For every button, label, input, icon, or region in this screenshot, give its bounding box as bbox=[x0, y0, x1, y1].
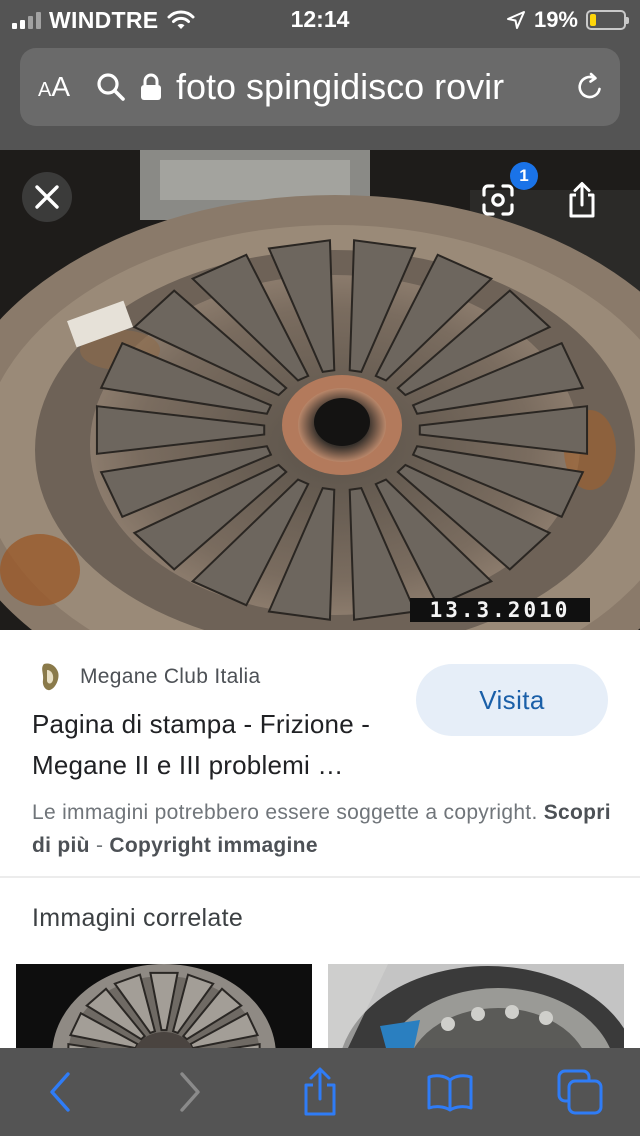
reload-icon[interactable] bbox=[574, 71, 606, 103]
result-title[interactable]: Pagina di stampa - Frizione - Megane II … bbox=[32, 704, 402, 786]
location-arrow-icon bbox=[506, 11, 525, 29]
text-size-large-label: A bbox=[51, 71, 71, 102]
toolbar-share-button[interactable] bbox=[290, 1066, 350, 1118]
address-bar[interactable]: AA foto spingidisco rovir bbox=[20, 48, 620, 126]
text-size-small-label: A bbox=[38, 79, 52, 101]
related-image-1-picture bbox=[16, 964, 312, 1048]
clutch-photo bbox=[0, 150, 640, 630]
status-bar: WINDTRE 12:14 19% bbox=[0, 0, 640, 40]
bookmarks-button[interactable] bbox=[420, 1066, 480, 1118]
forward-icon bbox=[180, 1072, 200, 1112]
back-icon bbox=[50, 1072, 70, 1112]
source-row[interactable]: Megane Club Italia bbox=[38, 662, 261, 692]
tabs-icon bbox=[557, 1069, 603, 1115]
photo-date-stamp: 13.3.2010 bbox=[410, 598, 590, 622]
battery-percent: 19% bbox=[533, 7, 578, 32]
tabs-button[interactable] bbox=[550, 1066, 610, 1118]
close-icon bbox=[35, 185, 59, 209]
forward-button[interactable] bbox=[160, 1066, 220, 1118]
battery-icon bbox=[586, 10, 629, 30]
back-button[interactable] bbox=[30, 1066, 90, 1118]
share-icon bbox=[569, 182, 595, 218]
site-name: Megane Club Italia bbox=[80, 665, 261, 688]
copyright-separator: - bbox=[95, 834, 104, 857]
lens-badge: 1 bbox=[510, 162, 538, 190]
related-images-heading: Immagini correlate bbox=[32, 904, 244, 932]
image-viewer[interactable]: 1 13.3.2010 bbox=[0, 150, 640, 630]
image-copyright-link[interactable]: Copyright immagine bbox=[109, 834, 317, 857]
close-button[interactable] bbox=[22, 172, 72, 222]
site-favicon bbox=[42, 663, 59, 691]
status-right: 19% bbox=[506, 7, 629, 33]
copyright-notice: Le immagini potrebbero essere soggette a… bbox=[32, 796, 622, 862]
visit-button[interactable]: Visita bbox=[416, 664, 608, 736]
google-lens-icon bbox=[482, 184, 514, 216]
result-info: Megane Club Italia Visita Pagina di stam… bbox=[0, 630, 640, 878]
lock-icon bbox=[141, 73, 161, 100]
related-image-2-picture bbox=[328, 964, 624, 1048]
copyright-text: Le immagini potrebbero essere soggette a… bbox=[32, 801, 538, 824]
bottom-toolbar bbox=[0, 1048, 640, 1136]
battery-fill bbox=[590, 14, 597, 26]
bookmarks-icon bbox=[427, 1074, 473, 1112]
share-button[interactable] bbox=[562, 178, 602, 222]
related-image-1[interactable] bbox=[16, 964, 312, 1048]
address-area: AA foto spingidisco rovir bbox=[0, 40, 640, 150]
share-icon bbox=[304, 1067, 336, 1116]
search-icon bbox=[97, 73, 125, 101]
related-image-2[interactable] bbox=[328, 964, 624, 1048]
url-text[interactable]: foto spingidisco rovir bbox=[176, 66, 566, 108]
text-size-button[interactable]: AA bbox=[38, 71, 86, 103]
section-divider bbox=[0, 876, 640, 878]
